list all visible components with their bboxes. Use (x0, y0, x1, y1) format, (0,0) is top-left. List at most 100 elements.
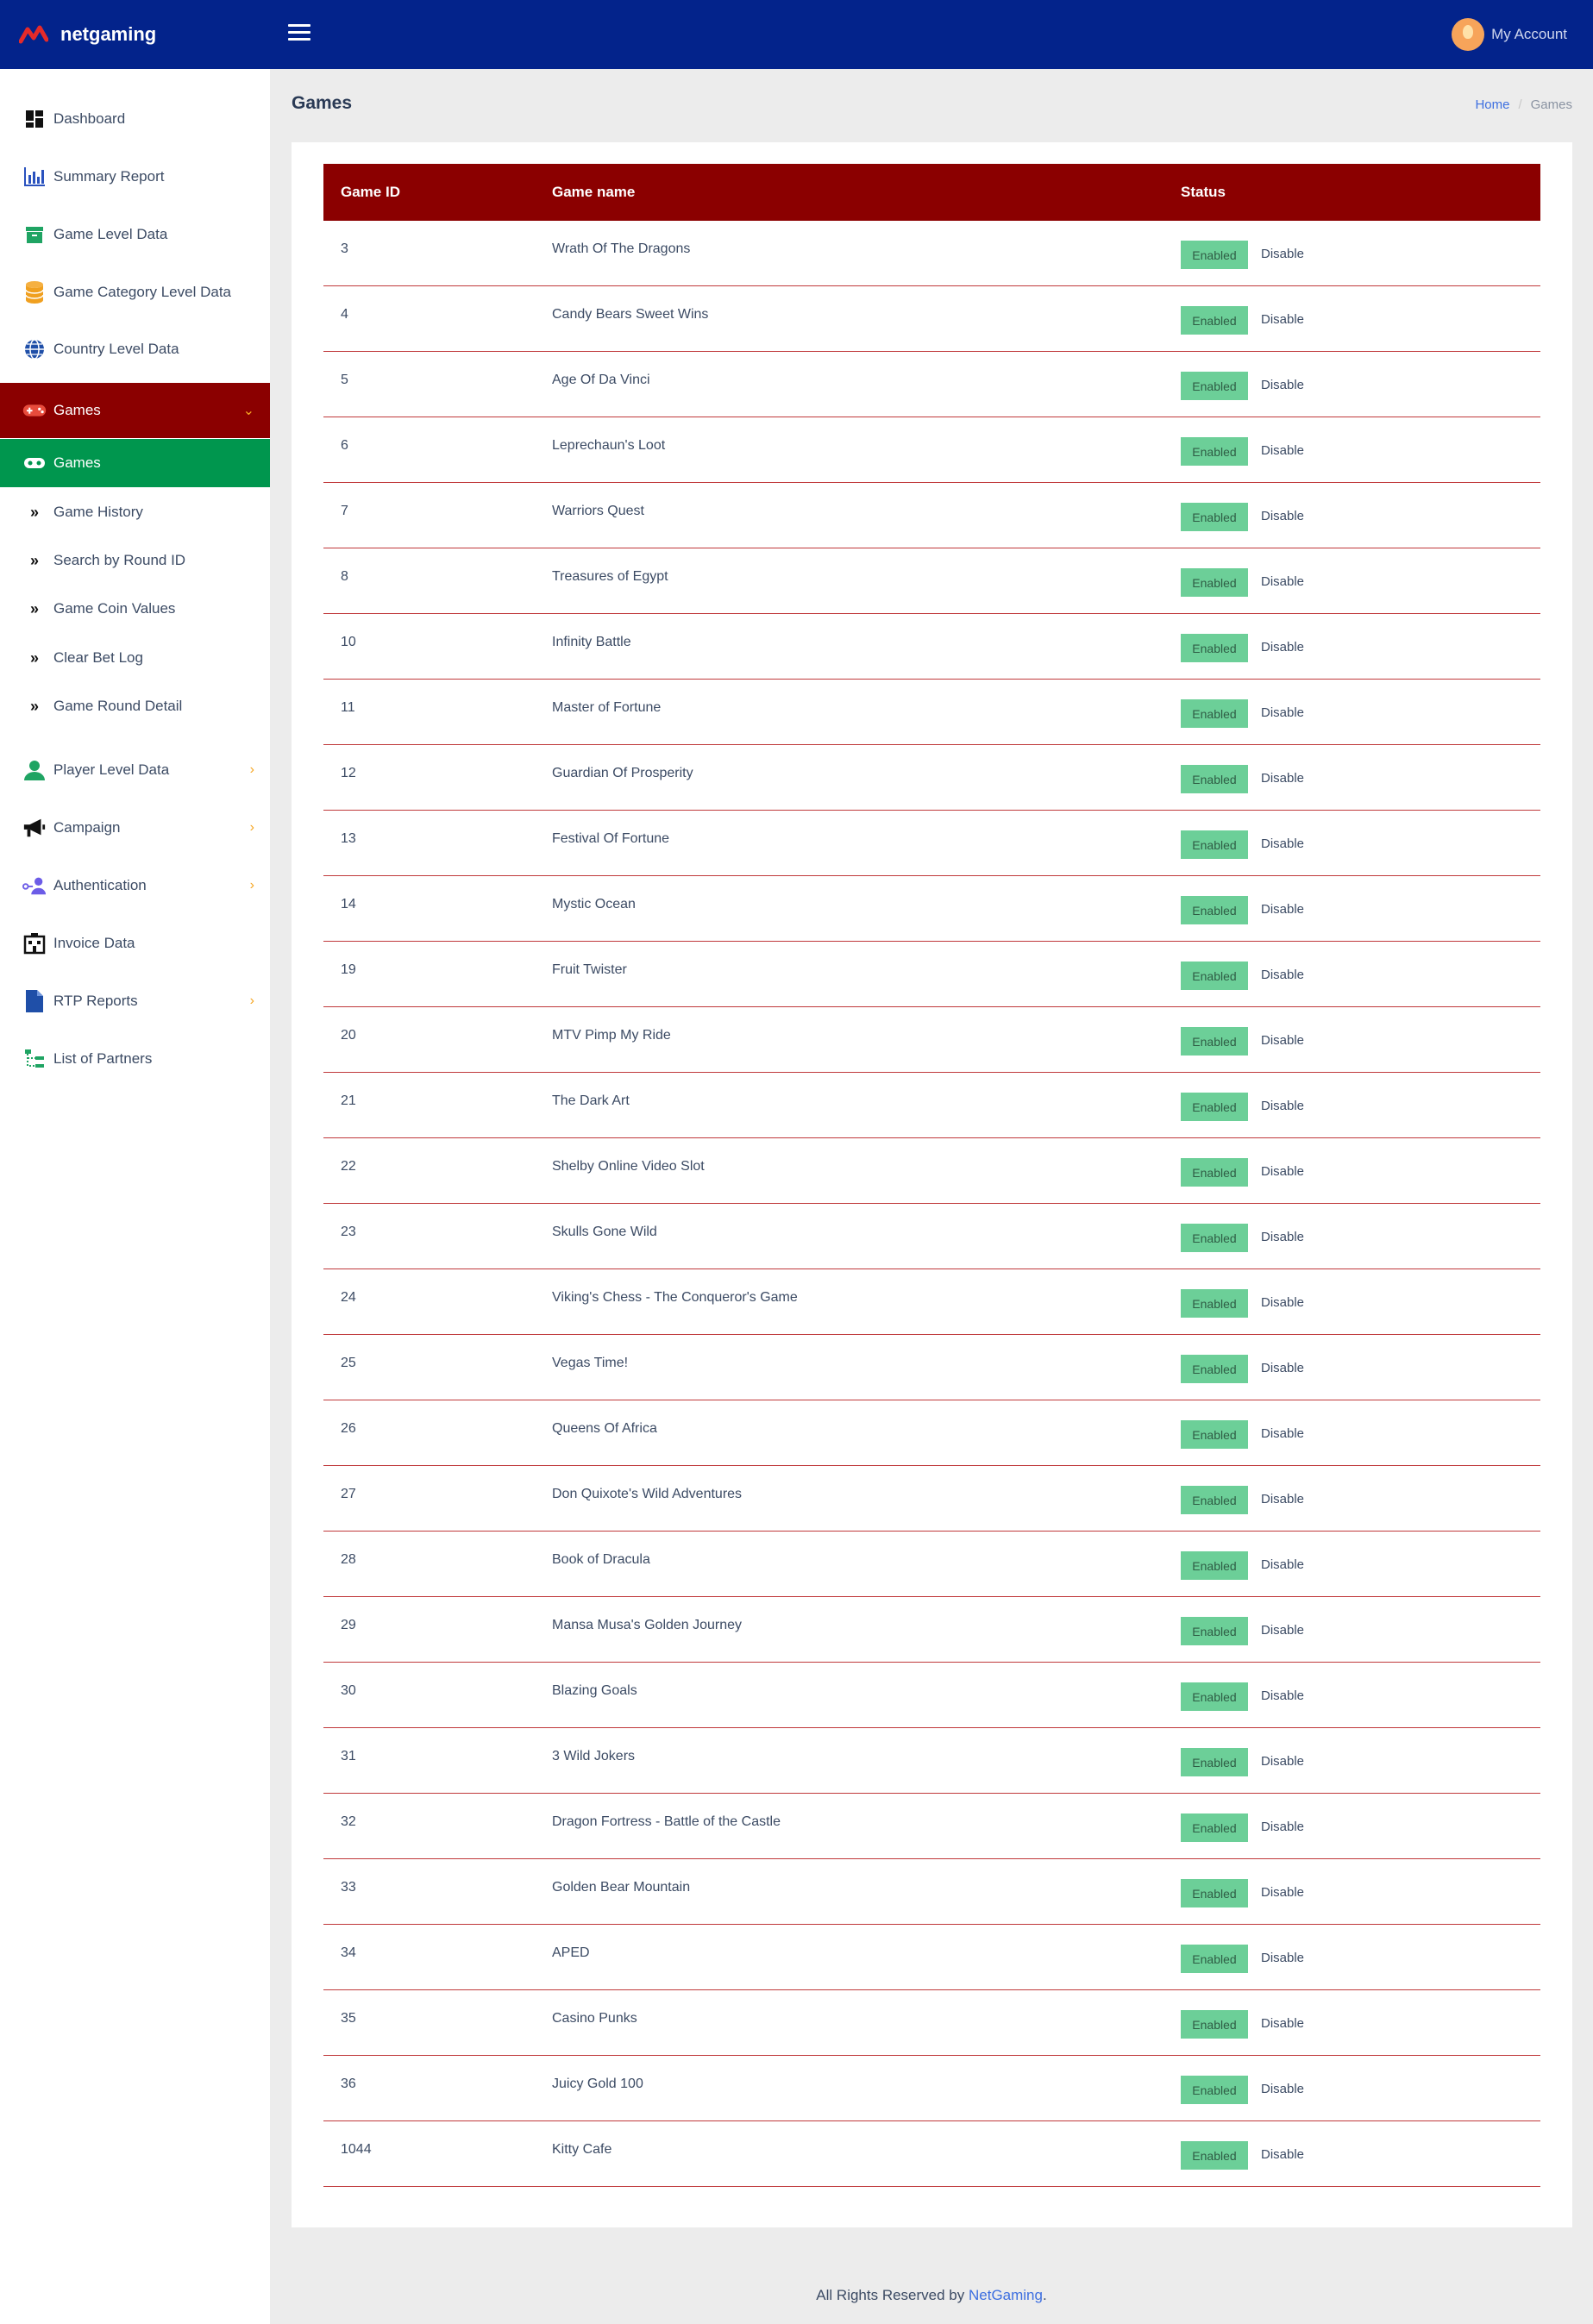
enabled-status-badge[interactable]: Enabled (1181, 241, 1248, 269)
sidebar-subitem-clear-bet-log[interactable]: » Clear Bet Log (0, 634, 270, 682)
sidebar-subitem-games[interactable]: Games (0, 439, 270, 487)
disable-button[interactable]: Disable (1261, 312, 1304, 327)
game-id-cell: 6 (341, 438, 348, 453)
sidebar-item-summary-report[interactable]: Summary Report (0, 153, 270, 201)
enabled-status-badge[interactable]: Enabled (1181, 896, 1248, 924)
my-account-button[interactable]: My Account (1452, 0, 1567, 69)
disable-button[interactable]: Disable (1261, 443, 1304, 458)
enabled-status-badge[interactable]: Enabled (1181, 699, 1248, 728)
disable-button[interactable]: Disable (1261, 1492, 1304, 1507)
enabled-status-badge[interactable]: Enabled (1181, 2141, 1248, 2170)
enabled-status-badge[interactable]: Enabled (1181, 1224, 1248, 1252)
gamepad-icon (22, 451, 47, 475)
disable-button[interactable]: Disable (1261, 902, 1304, 917)
enabled-status-badge[interactable]: Enabled (1181, 1617, 1248, 1645)
enabled-status-badge[interactable]: Enabled (1181, 962, 1248, 990)
sidebar-item-player-level-data[interactable]: Player Level Data › (0, 746, 270, 794)
footer-netgaming-link[interactable]: NetGaming (969, 2287, 1043, 2303)
disable-button[interactable]: Disable (1261, 1361, 1304, 1375)
table-row: 29 Mansa Musa's Golden Journey Enabled Disa… (323, 1597, 1540, 1663)
table-row: 13 Festival Of Fortune Enabled Disable (323, 811, 1540, 876)
enabled-status-badge[interactable]: Enabled (1181, 1879, 1248, 1907)
brand[interactable]: netgaming (19, 0, 156, 69)
table-row: 33 Golden Bear Mountain Enabled Disable (323, 1859, 1540, 1925)
disable-button[interactable]: Disable (1261, 1164, 1304, 1179)
sidebar-item-dashboard[interactable]: Dashboard (0, 95, 270, 143)
enabled-status-badge[interactable]: Enabled (1181, 765, 1248, 793)
disable-button[interactable]: Disable (1261, 2082, 1304, 2096)
enabled-status-badge[interactable]: Enabled (1181, 1748, 1248, 1776)
enabled-status-badge[interactable]: Enabled (1181, 1682, 1248, 1711)
sidebar-item-invoice-data[interactable]: Invoice Data (0, 919, 270, 968)
sidebar-item-rtp-reports[interactable]: RTP Reports › (0, 977, 270, 1025)
enabled-status-badge[interactable]: Enabled (1181, 1289, 1248, 1318)
disable-button[interactable]: Disable (1261, 1557, 1304, 1572)
sidebar-subitem-game-round-detail[interactable]: » Game Round Detail (0, 682, 270, 730)
game-id-cell: 35 (341, 2011, 356, 2026)
enabled-status-badge[interactable]: Enabled (1181, 1551, 1248, 1580)
disable-button[interactable]: Disable (1261, 968, 1304, 982)
enabled-status-badge[interactable]: Enabled (1181, 1945, 1248, 1973)
disable-button[interactable]: Disable (1261, 574, 1304, 589)
enabled-status-badge[interactable]: Enabled (1181, 2076, 1248, 2104)
disable-button[interactable]: Disable (1261, 1754, 1304, 1769)
disable-button[interactable]: Disable (1261, 1033, 1304, 1048)
sidebar-subitem-game-coin-values[interactable]: » Game Coin Values (0, 585, 270, 633)
disable-button[interactable]: Disable (1261, 509, 1304, 523)
disable-button[interactable]: Disable (1261, 640, 1304, 655)
enabled-status-badge[interactable]: Enabled (1181, 437, 1248, 466)
sidebar-item-country-level-data[interactable]: Country Level Data (0, 325, 270, 373)
enabled-status-badge[interactable]: Enabled (1181, 1027, 1248, 1056)
hierarchy-icon (22, 1047, 47, 1071)
sidebar-item-games[interactable]: Games ⌄ (0, 383, 270, 438)
sidebar-item-game-level-data[interactable]: Game Level Data (0, 210, 270, 259)
netgaming-logo-icon (19, 25, 48, 44)
game-id-cell: 24 (341, 1290, 356, 1305)
disable-button[interactable]: Disable (1261, 1295, 1304, 1310)
column-header-status: Status (1181, 184, 1226, 200)
games-table-card: Game ID Game name Status 3 Wrath Of The D… (292, 142, 1572, 2227)
enabled-status-badge[interactable]: Enabled (1181, 1420, 1248, 1449)
menu-toggle-icon[interactable] (288, 24, 310, 43)
disable-button[interactable]: Disable (1261, 1623, 1304, 1638)
enabled-status-badge[interactable]: Enabled (1181, 503, 1248, 531)
disable-button[interactable]: Disable (1261, 247, 1304, 261)
building-icon (22, 931, 47, 955)
disable-button[interactable]: Disable (1261, 2016, 1304, 2031)
sidebar-subitem-game-history[interactable]: » Game History (0, 488, 270, 536)
enabled-status-badge[interactable]: Enabled (1181, 1158, 1248, 1187)
enabled-status-badge[interactable]: Enabled (1181, 372, 1248, 400)
sidebar-item-authentication[interactable]: Authentication › (0, 861, 270, 910)
disable-button[interactable]: Disable (1261, 1885, 1304, 1900)
sidebar-item-game-category-level-data[interactable]: Game Category Level Data (0, 268, 270, 316)
disable-button[interactable]: Disable (1261, 1688, 1304, 1703)
enabled-status-badge[interactable]: Enabled (1181, 2010, 1248, 2039)
game-id-cell: 8 (341, 569, 348, 584)
sidebar-item-list-of-partners[interactable]: List of Partners (0, 1035, 270, 1083)
enabled-status-badge[interactable]: Enabled (1181, 830, 1248, 859)
table-row: 8 Treasures of Egypt Enabled Disable (323, 548, 1540, 614)
game-id-cell: 29 (341, 1618, 356, 1632)
disable-button[interactable]: Disable (1261, 378, 1304, 392)
enabled-status-badge[interactable]: Enabled (1181, 306, 1248, 335)
disable-button[interactable]: Disable (1261, 705, 1304, 720)
breadcrumb-home-link[interactable]: Home (1475, 97, 1509, 112)
disable-button[interactable]: Disable (1261, 1951, 1304, 1965)
disable-button[interactable]: Disable (1261, 771, 1304, 786)
disable-button[interactable]: Disable (1261, 1426, 1304, 1441)
sidebar-item-campaign[interactable]: Campaign › (0, 804, 270, 852)
sidebar-subitem-search-by-round-id[interactable]: » Search by Round ID (0, 536, 270, 585)
enabled-status-badge[interactable]: Enabled (1181, 1355, 1248, 1383)
enabled-status-badge[interactable]: Enabled (1181, 568, 1248, 597)
enabled-status-badge[interactable]: Enabled (1181, 1486, 1248, 1514)
page-title: Games (292, 93, 353, 113)
chevron-right-icon: › (249, 762, 254, 777)
enabled-status-badge[interactable]: Enabled (1181, 1093, 1248, 1121)
disable-button[interactable]: Disable (1261, 1230, 1304, 1244)
enabled-status-badge[interactable]: Enabled (1181, 634, 1248, 662)
disable-button[interactable]: Disable (1261, 836, 1304, 851)
disable-button[interactable]: Disable (1261, 1099, 1304, 1113)
disable-button[interactable]: Disable (1261, 1820, 1304, 1834)
enabled-status-badge[interactable]: Enabled (1181, 1813, 1248, 1842)
disable-button[interactable]: Disable (1261, 2147, 1304, 2162)
